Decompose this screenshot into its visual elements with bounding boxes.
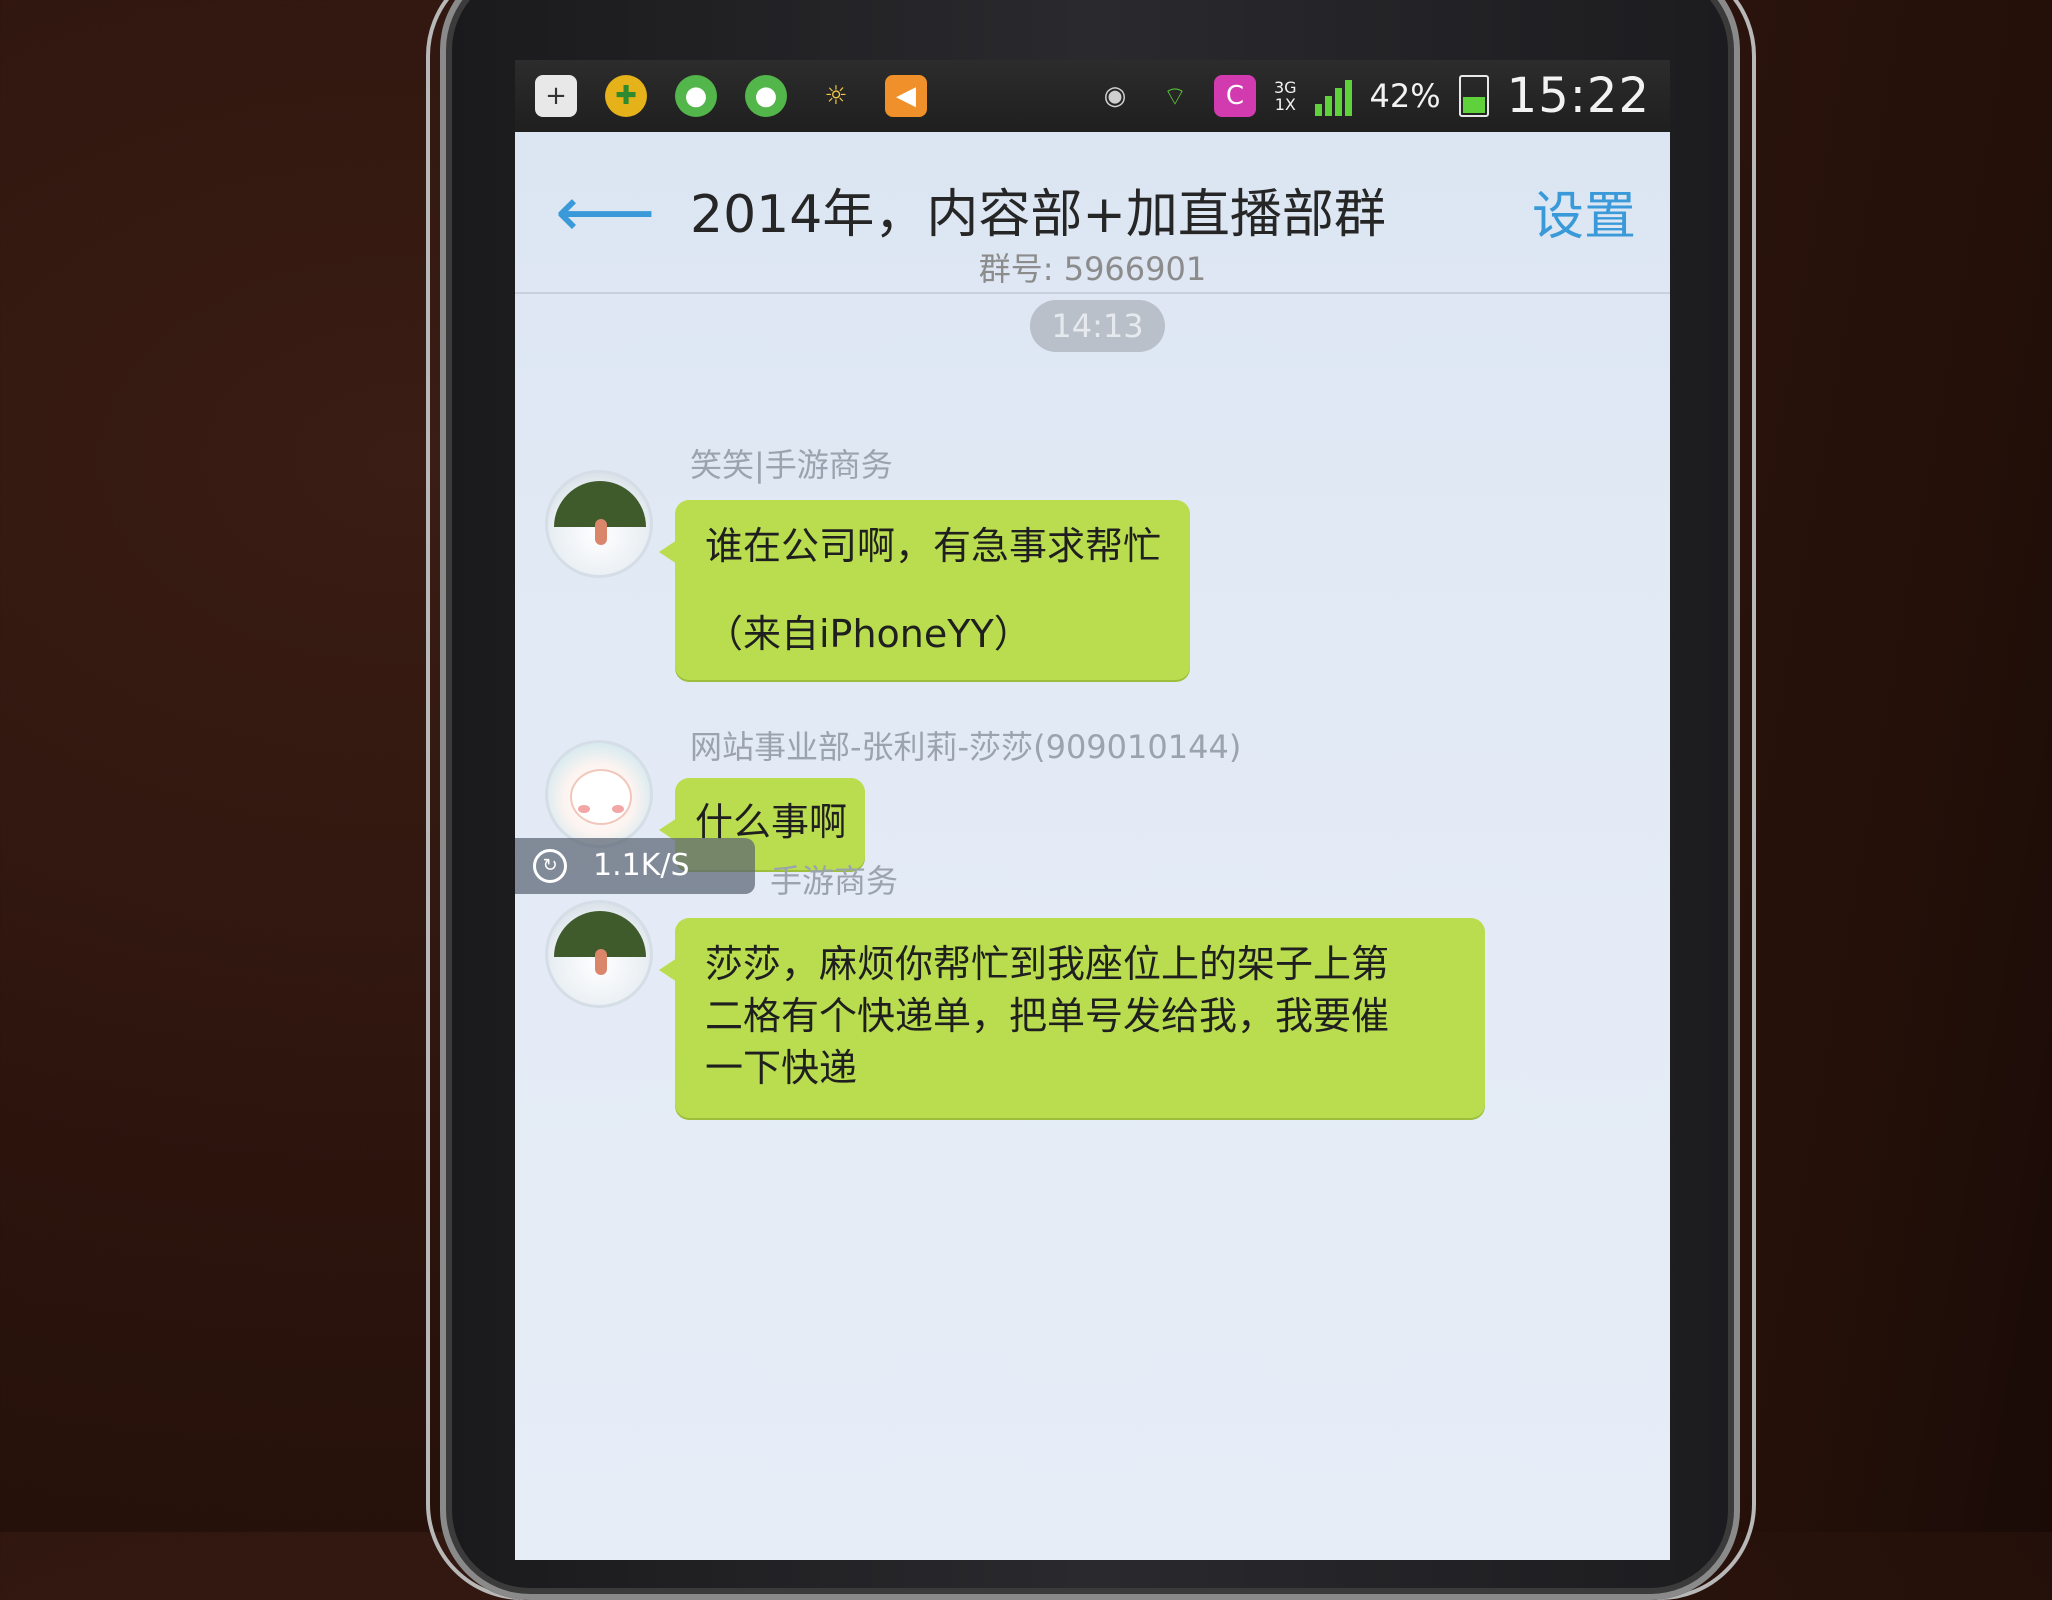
chat-header: ⟵ 2014年，内容部+加直播部群 设置 群号: 5966901	[515, 132, 1670, 294]
group-id: 群号: 5966901	[978, 250, 1207, 288]
message-line: 一下快递	[705, 1046, 858, 1090]
timestamp-pill: 14:13	[1030, 300, 1165, 352]
network-bottom: 1X	[1274, 95, 1296, 114]
sender-name: 手游商务	[770, 862, 899, 900]
bunny-face-icon	[570, 769, 632, 825]
message-bubble[interactable]: 谁在公司啊，有急事求帮忙 （来自iPhoneYY）	[659, 500, 1190, 680]
weather-icon: ☼	[824, 81, 848, 111]
phone-screen: + ✚ ● ● ☼ ◀ ◉ ⌔ C 3G 1X 42% 15:22 ⟵ 2014…	[515, 60, 1670, 1560]
speed-icon: ↻	[533, 849, 567, 883]
battery-icon	[1458, 75, 1489, 117]
signal-icon	[1314, 76, 1352, 116]
battery-percent: 42%	[1369, 77, 1441, 115]
settings-button[interactable]: 设置	[1532, 174, 1636, 249]
bunny-cheek	[578, 805, 590, 813]
figure-icon	[595, 949, 607, 975]
sender-name: 笑笑|手游商务	[690, 446, 893, 484]
message-line: 莎莎，麻烦你帮忙到我座位上的架子上第	[705, 942, 1390, 986]
network-type: 3G 1X	[1274, 79, 1297, 113]
sender-name: 网站事业部-张利莉-莎莎(909010144)	[690, 728, 1242, 766]
plus-circle-icon: ✚	[605, 75, 647, 117]
message-line: （来自iPhoneYY）	[705, 612, 1032, 656]
notification-icons: + ✚ ● ● ☼ ◀	[535, 75, 927, 117]
wechat-icon: ●	[745, 75, 787, 117]
group-title: 2014年，内容部+加直播部群	[690, 185, 1386, 245]
add-icon: +	[535, 75, 577, 117]
eye-icon: ◉	[1103, 81, 1127, 111]
avatar[interactable]	[545, 470, 653, 578]
message-line: 二格有个快递单，把单号发给我，我要催	[705, 994, 1390, 1038]
wechat-icon: ●	[675, 75, 717, 117]
wifi-icon: ⌔	[1162, 81, 1188, 112]
network-speed-overlay: ↻ 1.1K/S	[515, 838, 755, 894]
status-bar: + ✚ ● ● ☼ ◀ ◉ ⌔ C 3G 1X 42% 15:22	[515, 60, 1670, 132]
message-bubble[interactable]: 莎莎，麻烦你帮忙到我座位上的架子上第 二格有个快递单，把单号发给我，我要催 一下…	[659, 918, 1485, 1118]
system-icons: ◉ ⌔ C 3G 1X 42% 15:22	[1094, 68, 1650, 124]
message-line: 谁在公司啊，有急事求帮忙	[705, 524, 1162, 568]
clock: 15:22	[1506, 68, 1650, 124]
network-top: 3G	[1273, 78, 1297, 97]
bunny-cheek	[612, 805, 624, 813]
back-arrow-icon[interactable]: ⟵	[555, 177, 655, 247]
volume-icon: ◀	[885, 75, 927, 117]
avatar[interactable]	[545, 900, 653, 1008]
speed-text: 1.1K/S	[593, 848, 690, 883]
avatar[interactable]	[545, 740, 653, 848]
c-app-icon: C	[1213, 75, 1256, 117]
figure-icon	[595, 519, 607, 545]
